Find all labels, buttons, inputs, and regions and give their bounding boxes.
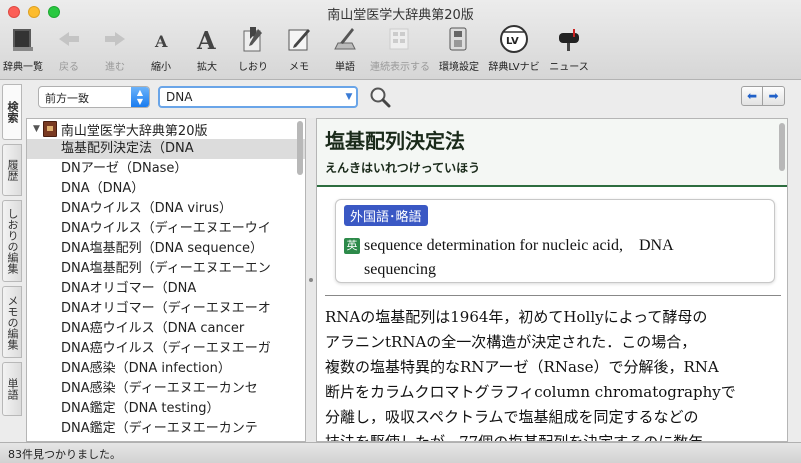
chevron-down-icon[interactable]: ▼	[342, 88, 356, 106]
entry-headword: 塩基配列決定法	[325, 129, 465, 153]
foreign-term-line1: sequence determination for nucleic acid,…	[364, 237, 674, 254]
tab-history[interactable]: 履歴	[2, 144, 22, 196]
tab-words-label: 単語	[6, 378, 19, 400]
memo-button[interactable]: メモ	[276, 22, 322, 78]
entry-reading: えんきはいれつけっていほう	[325, 161, 481, 175]
tab-memo-edit-label: メモの編集	[6, 294, 19, 350]
svg-text:A: A	[196, 26, 216, 53]
tab-words[interactable]: 単語	[2, 362, 22, 416]
dictionary-name: 南山堂医学大辞典第20版	[60, 123, 208, 139]
word-icon	[330, 24, 360, 54]
result-items: 塩基配列決定法（DNA DNアーゼ（DNase） DNA（DNA） DNAウイルス（D…	[27, 139, 305, 439]
entry-body-line: 分離し，吸収スペクトラムで塩基組成を同定するなどの	[325, 408, 699, 426]
search-input[interactable]: DNA ▼	[158, 86, 358, 108]
back-arrow-icon	[54, 24, 84, 54]
result-item[interactable]: 塩基配列決定法（DNA	[27, 139, 305, 159]
news-button[interactable]: ニュース	[546, 22, 592, 78]
entry-body-line: RNAの塩基配列は1964年，初めてHollyによって酵母の	[325, 308, 708, 326]
enlarge-font-button[interactable]: A 拡大	[184, 22, 230, 78]
font-smaller-icon: A	[146, 24, 176, 54]
result-item[interactable]: DNA（DNA）	[27, 179, 305, 199]
tab-history-label: 履歴	[6, 159, 19, 181]
bookmark-button[interactable]: しおり	[230, 22, 276, 78]
svg-text:LV: LV	[506, 36, 519, 47]
lv-navi-icon: LV	[499, 24, 529, 54]
font-larger-icon: A	[192, 24, 222, 54]
entry-content: 塩基配列決定法 えんきはいれつけっていほう 外国語･略語 英 sequence d…	[316, 118, 788, 442]
status-bar: 83件見つかりました。	[0, 442, 801, 463]
result-item[interactable]: DNA感染（ディーエヌエーカンセ	[27, 379, 305, 399]
window-title: 南山堂医学大辞典第20版	[327, 8, 474, 23]
side-tabs: 検索 履歴 しおりの編集 メモの編集 単語	[0, 84, 22, 442]
shrink-font-button[interactable]: A 縮小	[138, 22, 184, 78]
entry-body: RNAの塩基配列は1964年，初めてHollyによって酵母の アラニンtRNAの全…	[325, 305, 781, 442]
forward-button[interactable]: 進む	[92, 22, 138, 78]
forward-arrow-icon	[100, 24, 130, 54]
tab-bookmark-edit-label: しおりの編集	[6, 208, 19, 274]
entry-body-line: 技法を駆使したが，77個の塩基配列を決定するのに数年	[325, 433, 704, 442]
dictionary-group-header[interactable]: ▼ 南山堂医学大辞典第20版	[27, 119, 305, 139]
entry-body-line: 断片をカラムクロマトグラフィcolumn chromatographyで	[325, 383, 736, 401]
disclosure-triangle-icon[interactable]: ▼	[33, 124, 40, 134]
search-mode-value: 前方一致	[45, 92, 89, 105]
result-item[interactable]: DNA感染（DNA infection）	[27, 359, 305, 379]
toolbar: 辞典一覧 戻る 進む A 縮小 A 拡大 しおり メモ 単語 連続表示する 環境…	[0, 22, 592, 78]
english-badge-icon: 英	[344, 238, 360, 254]
results-list[interactable]: ▼ 南山堂医学大辞典第20版 塩基配列決定法（DNA DNアーゼ（DNase） DN…	[26, 118, 306, 442]
back-button[interactable]: 戻る	[46, 22, 92, 78]
svg-text:A: A	[154, 32, 168, 51]
continuous-display-icon	[385, 24, 415, 54]
bookmark-icon	[238, 24, 268, 54]
foreign-term-box: 外国語･略語 英 sequence determination for nucle…	[335, 199, 775, 283]
status-text: 83件見つかりました。	[8, 448, 121, 461]
dictionary-book-icon	[42, 121, 57, 137]
result-item[interactable]: DNA塩基配列（ディーエヌエーエン	[27, 259, 305, 279]
tab-bookmark-edit[interactable]: しおりの編集	[2, 200, 22, 282]
entry-body-line: アラニンtRNAの全一次構造が決定された．この場合，	[325, 333, 697, 351]
result-nav-buttons: ⬅ ➡	[741, 86, 785, 106]
preferences-button[interactable]: 環境設定	[436, 22, 482, 78]
search-query: DNA	[166, 90, 193, 104]
window-toolbar-area: 南山堂医学大辞典第20版 辞典一覧 戻る 進む A 縮小 A 拡大 しおり メモ…	[0, 0, 801, 80]
dictionary-list-button[interactable]: 辞典一覧	[0, 22, 46, 78]
mailbox-icon	[554, 24, 584, 54]
tab-search-label: 検索	[6, 101, 19, 123]
tab-memo-edit[interactable]: メモの編集	[2, 286, 22, 358]
search-button[interactable]	[368, 85, 392, 109]
search-bar: 前方一致 ▲ ▼ DNA ▼ ⬅ ➡	[30, 84, 801, 112]
foreign-term-text: 英 sequence determination for nucleic acid…	[344, 234, 764, 282]
result-item[interactable]: DNAオリゴマー（DNA	[27, 279, 305, 299]
select-arrows-icon: ▲ ▼	[131, 87, 149, 107]
lv-navi-button[interactable]: LV 辞典LVナビ	[482, 22, 546, 78]
result-item[interactable]: DNA鑑定（ディーエヌエーカンテ	[27, 419, 305, 439]
headword-header: 塩基配列決定法 えんきはいれつけっていほう	[317, 119, 787, 187]
memo-icon	[284, 24, 314, 54]
entry-body-line: 複数の塩基特異的なRNアーゼ（RNase）で分解後，RNA	[325, 358, 719, 376]
tab-search[interactable]: 検索	[2, 84, 22, 140]
result-item[interactable]: DNA癌ウイルス（ディーエヌエーガ	[27, 339, 305, 359]
content-scrollbar[interactable]	[779, 123, 785, 171]
foreign-term-label: 外国語･略語	[344, 205, 428, 226]
result-item[interactable]: DNAウイルス（DNA virus）	[27, 199, 305, 219]
result-item[interactable]: DNアーゼ（DNase）	[27, 159, 305, 179]
section-divider	[325, 295, 781, 296]
result-item[interactable]: DNAウイルス（ディーエヌエーウイ	[27, 219, 305, 239]
preferences-icon	[444, 24, 474, 54]
prev-result-button[interactable]: ⬅	[741, 86, 763, 106]
foreign-term-line2: sequencing	[364, 261, 436, 278]
result-item[interactable]: DNA癌ウイルス（DNA cancer	[27, 319, 305, 339]
continuous-display-button[interactable]: 連続表示する	[368, 22, 432, 78]
splitter-grip-icon[interactable]	[309, 278, 313, 282]
magnifier-icon	[370, 87, 391, 108]
result-item[interactable]: DNA鑑定（DNA testing）	[27, 399, 305, 419]
result-item[interactable]: DNAオリゴマー（ディーエヌエーオ	[27, 299, 305, 319]
list-scrollbar[interactable]	[297, 121, 303, 175]
result-item[interactable]: DNA塩基配列（DNA sequence）	[27, 239, 305, 259]
books-icon	[8, 24, 38, 54]
search-mode-select[interactable]: 前方一致 ▲ ▼	[38, 86, 150, 108]
word-button[interactable]: 単語	[322, 22, 368, 78]
next-result-button[interactable]: ➡	[763, 86, 785, 106]
